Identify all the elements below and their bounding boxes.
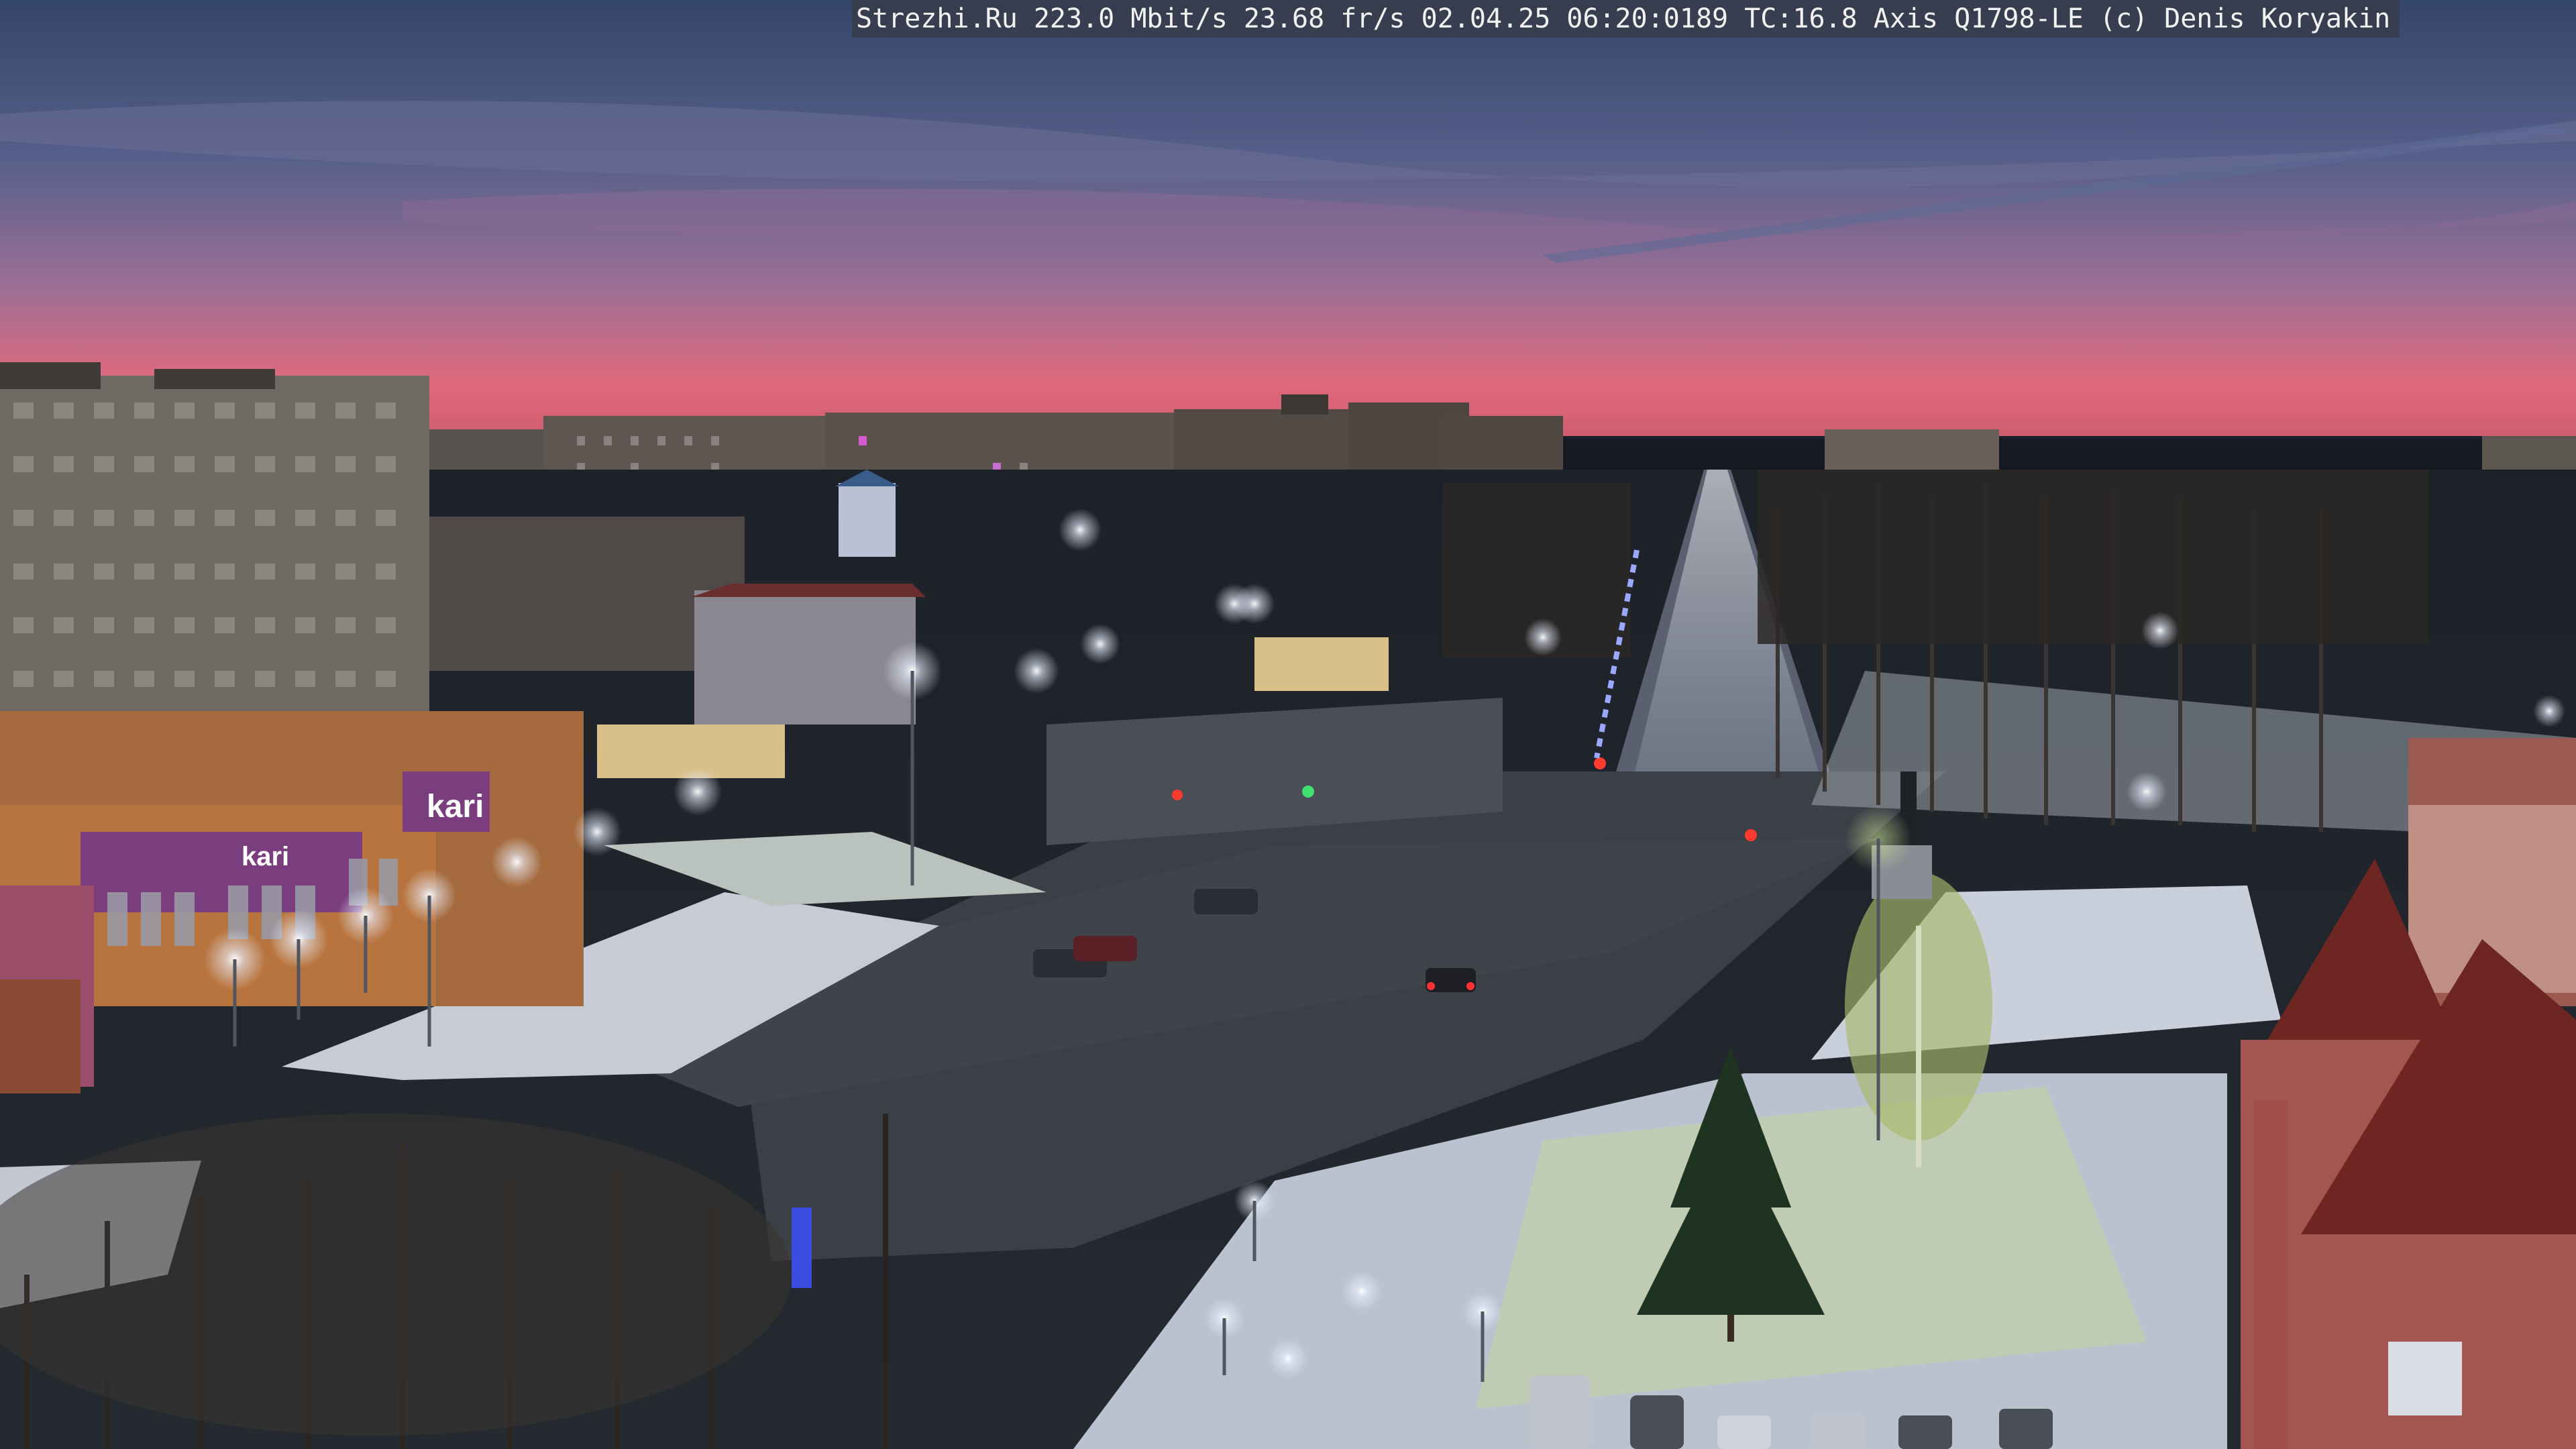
kari-sign-large: kari xyxy=(427,789,484,824)
car-taillight xyxy=(1466,982,1474,990)
traffic-light-green xyxy=(1302,786,1314,798)
blue-festive-sign xyxy=(792,1208,812,1288)
overlay-bitrate: 223.0 Mbit/s xyxy=(1033,3,1228,34)
overlay-copyright: (c) Denis Koryakin xyxy=(2099,3,2391,34)
overlay-camera-model: Axis Q1798-LE xyxy=(1873,3,2084,34)
overlay-fps: 23.68 fr/s xyxy=(1243,3,1405,34)
kari-sign-small: kari xyxy=(241,842,289,871)
traffic-light-red xyxy=(1172,790,1183,800)
traffic-light-red xyxy=(1745,829,1757,841)
webcam-scene: kari kari xyxy=(0,0,2576,1449)
overlay-date: 02.04.25 xyxy=(1421,3,1551,34)
central-kiosk xyxy=(1254,637,1389,691)
yellow-house xyxy=(694,590,916,724)
camera-info-overlay: Strezhi.Ru 223.0 Mbit/s 23.68 fr/s 02.04.25… xyxy=(852,0,2400,38)
tree-canopy-right xyxy=(1758,470,2428,644)
overlay-time: 06:20:0189 xyxy=(1566,3,1729,34)
traffic-light-red xyxy=(1594,757,1606,769)
yellow-house-roof xyxy=(691,584,926,597)
blue-tower xyxy=(839,483,896,557)
car-taillight xyxy=(1427,982,1435,990)
overlay-site: Strezhi.Ru xyxy=(856,3,1018,34)
overlay-tc: TC:16.8 xyxy=(1744,3,1858,34)
